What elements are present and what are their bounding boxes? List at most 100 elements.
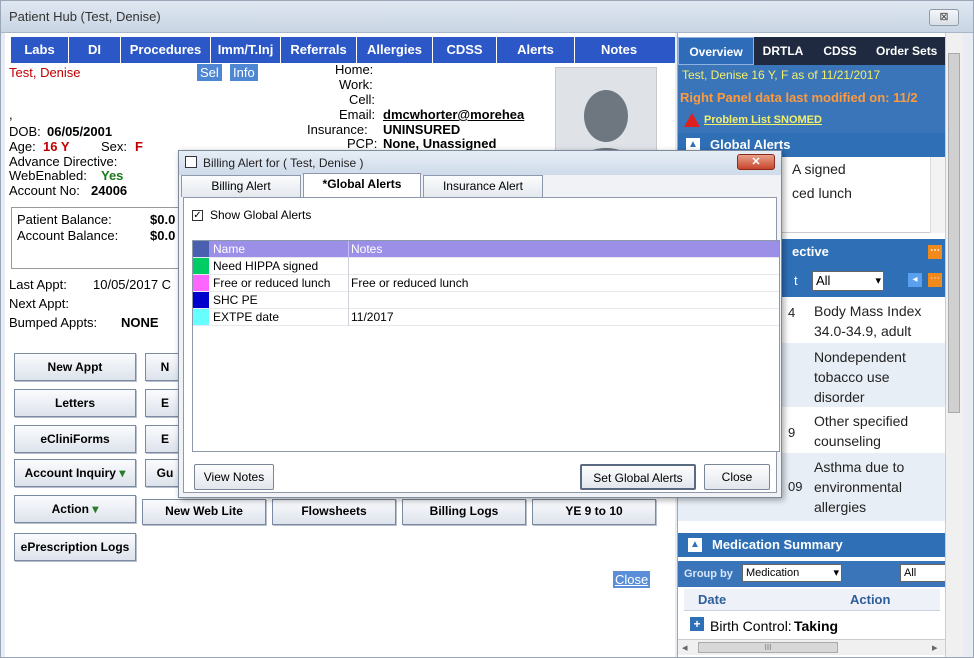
info-button[interactable]: Info bbox=[230, 64, 258, 81]
col-divider bbox=[348, 275, 349, 292]
email-link[interactable]: dmcwhorter@morehea bbox=[383, 107, 524, 122]
show-global-alerts-checkbox[interactable]: ✓ bbox=[192, 210, 203, 221]
nav-tab-imm[interactable]: Imm/T.Inj bbox=[211, 37, 281, 63]
window-close-button[interactable]: ⊠ bbox=[929, 9, 959, 26]
nav-tab-di[interactable]: DI bbox=[69, 37, 121, 63]
new-web-lite-button[interactable]: New Web Lite bbox=[142, 499, 266, 525]
pcp-label: PCP: bbox=[347, 136, 378, 151]
scroll-left-icon[interactable]: ◂ bbox=[682, 641, 688, 654]
tab-insurance-alert[interactable]: Insurance Alert bbox=[423, 175, 543, 197]
arrow-left-icon[interactable]: ◂ bbox=[908, 273, 922, 287]
flowsheets-button[interactable]: Flowsheets bbox=[272, 499, 396, 525]
nav-tab-labs[interactable]: Labs bbox=[11, 37, 69, 63]
title-bar: Patient Hub (Test, Denise) ⊠ bbox=[1, 1, 973, 33]
billing-logs-button[interactable]: Billing Logs bbox=[402, 499, 526, 525]
color-swatch bbox=[193, 275, 209, 291]
header-swatch bbox=[193, 241, 209, 257]
ye-button[interactable]: YE 9 to 10 bbox=[532, 499, 656, 525]
alert-notes: 11/2017 bbox=[351, 310, 394, 324]
insurance-value: UNINSURED bbox=[383, 122, 461, 137]
scroll-right-icon[interactable]: ▸ bbox=[932, 641, 938, 654]
med-filter-select[interactable]: All bbox=[900, 564, 946, 582]
horizontal-scrollbar[interactable]: ◂ III ▸ bbox=[678, 639, 946, 655]
alerts-scrollbar[interactable] bbox=[930, 157, 946, 233]
group-by-label: Group by bbox=[684, 568, 733, 580]
billing-alert-dialog: Billing Alert for ( Test, Denise ) ✕ Bil… bbox=[178, 150, 782, 498]
chevron-down-icon: ▾ bbox=[833, 567, 839, 579]
work-label: Work: bbox=[339, 77, 373, 92]
group-by-select[interactable]: Medication ▾ bbox=[742, 564, 842, 582]
nav-tab-alerts[interactable]: Alerts bbox=[497, 37, 575, 63]
eprescription-logs-button[interactable]: ePrescription Logs bbox=[14, 533, 136, 561]
nav-tab-allergies[interactable]: Allergies bbox=[357, 37, 433, 63]
tab-billing-alert[interactable]: Billing Alert bbox=[181, 175, 301, 197]
med-filter-value: All bbox=[904, 567, 917, 579]
action-button[interactable]: Action ▾ bbox=[14, 495, 136, 523]
table-row[interactable]: Free or reduced lunch Free or reduced lu… bbox=[193, 275, 779, 292]
tab-cdss[interactable]: CDSS bbox=[812, 37, 868, 65]
alert-notes: Free or reduced lunch bbox=[351, 276, 469, 290]
med-col-action[interactable]: Action bbox=[850, 592, 890, 607]
chevron-down-icon: ▾ bbox=[119, 466, 126, 480]
problem-code: 4 bbox=[788, 305, 796, 320]
problem-text: Asthma due to environmental allergies bbox=[814, 459, 905, 515]
scroll-thumb[interactable]: III bbox=[698, 642, 838, 653]
vertical-scrollbar[interactable] bbox=[945, 33, 963, 657]
problem-text: Nondependent tobacco use disorder bbox=[814, 349, 906, 405]
tab-drtla[interactable]: DRTLA bbox=[754, 37, 812, 65]
cell-label: Cell: bbox=[349, 92, 376, 107]
nav-tab-notes[interactable]: Notes bbox=[575, 37, 663, 63]
problem-filter-select[interactable]: All ▾ bbox=[812, 271, 884, 291]
account-inquiry-button[interactable]: Account Inquiry ▾ bbox=[14, 459, 136, 487]
ecliniforms-button[interactable]: eCliniForms bbox=[14, 425, 136, 453]
right-panel-tabs: Overview DRTLA CDSS Order Sets bbox=[678, 37, 946, 65]
modified-line: Right Panel data last modified on: 11/2 bbox=[680, 90, 918, 105]
close-link[interactable]: Close bbox=[613, 571, 651, 588]
new-appt-button[interactable]: New Appt bbox=[14, 353, 136, 381]
dialog-close-action-button[interactable]: Close bbox=[704, 464, 770, 490]
problem-list-link[interactable]: Problem List SNOMED bbox=[704, 114, 822, 126]
col-divider bbox=[348, 292, 349, 309]
more-icon[interactable]: ⋯ bbox=[928, 273, 942, 287]
view-notes-button[interactable]: View Notes bbox=[194, 464, 274, 490]
sel-button[interactable]: Sel bbox=[197, 64, 222, 81]
color-swatch bbox=[193, 258, 209, 274]
email-label: Email: bbox=[339, 107, 376, 122]
problem-list-bar: Problem List SNOMED bbox=[678, 109, 946, 133]
sex-label: Sex: bbox=[101, 139, 128, 154]
tab-order-sets[interactable]: Order Sets bbox=[868, 37, 946, 65]
problem-code: 9 bbox=[788, 425, 796, 440]
show-global-alerts-label: Show Global Alerts bbox=[210, 208, 312, 222]
set-global-alerts-button[interactable]: Set Global Alerts bbox=[580, 464, 696, 490]
bumped-value: NONE bbox=[121, 315, 159, 330]
table-row[interactable]: SHC PE bbox=[193, 292, 779, 309]
medication-row[interactable]: + Birth Control: Taking bbox=[684, 613, 940, 639]
col-notes[interactable]: Notes bbox=[351, 241, 382, 257]
balance-box: Patient Balance: $0.0 Account Balance: $… bbox=[11, 207, 191, 269]
last-appt-value: 10/05/2017 C bbox=[93, 277, 172, 292]
table-row[interactable]: Need HIPPA signed bbox=[193, 258, 779, 275]
group-by-value: Medication bbox=[746, 567, 800, 579]
warning-icon bbox=[684, 113, 700, 127]
vertical-scroll-thumb[interactable] bbox=[948, 53, 960, 413]
tab-global-alerts[interactable]: *Global Alerts bbox=[303, 173, 421, 197]
next-appt-label: Next Appt: bbox=[9, 296, 69, 311]
med-col-date[interactable]: Date bbox=[698, 592, 726, 607]
table-row[interactable]: EXTPE date 11/2017 bbox=[193, 309, 779, 326]
nav-tab-procedures[interactable]: Procedures bbox=[121, 37, 211, 63]
dialog-close-button[interactable]: ✕ bbox=[737, 154, 775, 170]
alert-name: Need HIPPA signed bbox=[213, 259, 319, 273]
medication-name: Birth Control: bbox=[710, 618, 792, 634]
patient-balance-label: Patient Balance: bbox=[17, 212, 112, 227]
medication-summary-header[interactable]: ▲ Medication Summary bbox=[678, 533, 946, 557]
nav-tab-referrals[interactable]: Referrals bbox=[281, 37, 357, 63]
nav-tab-cdss[interactable]: CDSS bbox=[433, 37, 497, 63]
letters-button[interactable]: Letters bbox=[14, 389, 136, 417]
collapse-icon[interactable]: ▲ bbox=[688, 538, 702, 552]
col-name[interactable]: Name bbox=[213, 241, 245, 257]
tab-overview[interactable]: Overview bbox=[678, 37, 754, 65]
account-no-value: 24006 bbox=[91, 183, 128, 198]
expand-plus-icon[interactable]: + bbox=[690, 617, 704, 631]
col-divider bbox=[348, 309, 349, 326]
more-icon[interactable]: ⋯ bbox=[928, 245, 942, 259]
